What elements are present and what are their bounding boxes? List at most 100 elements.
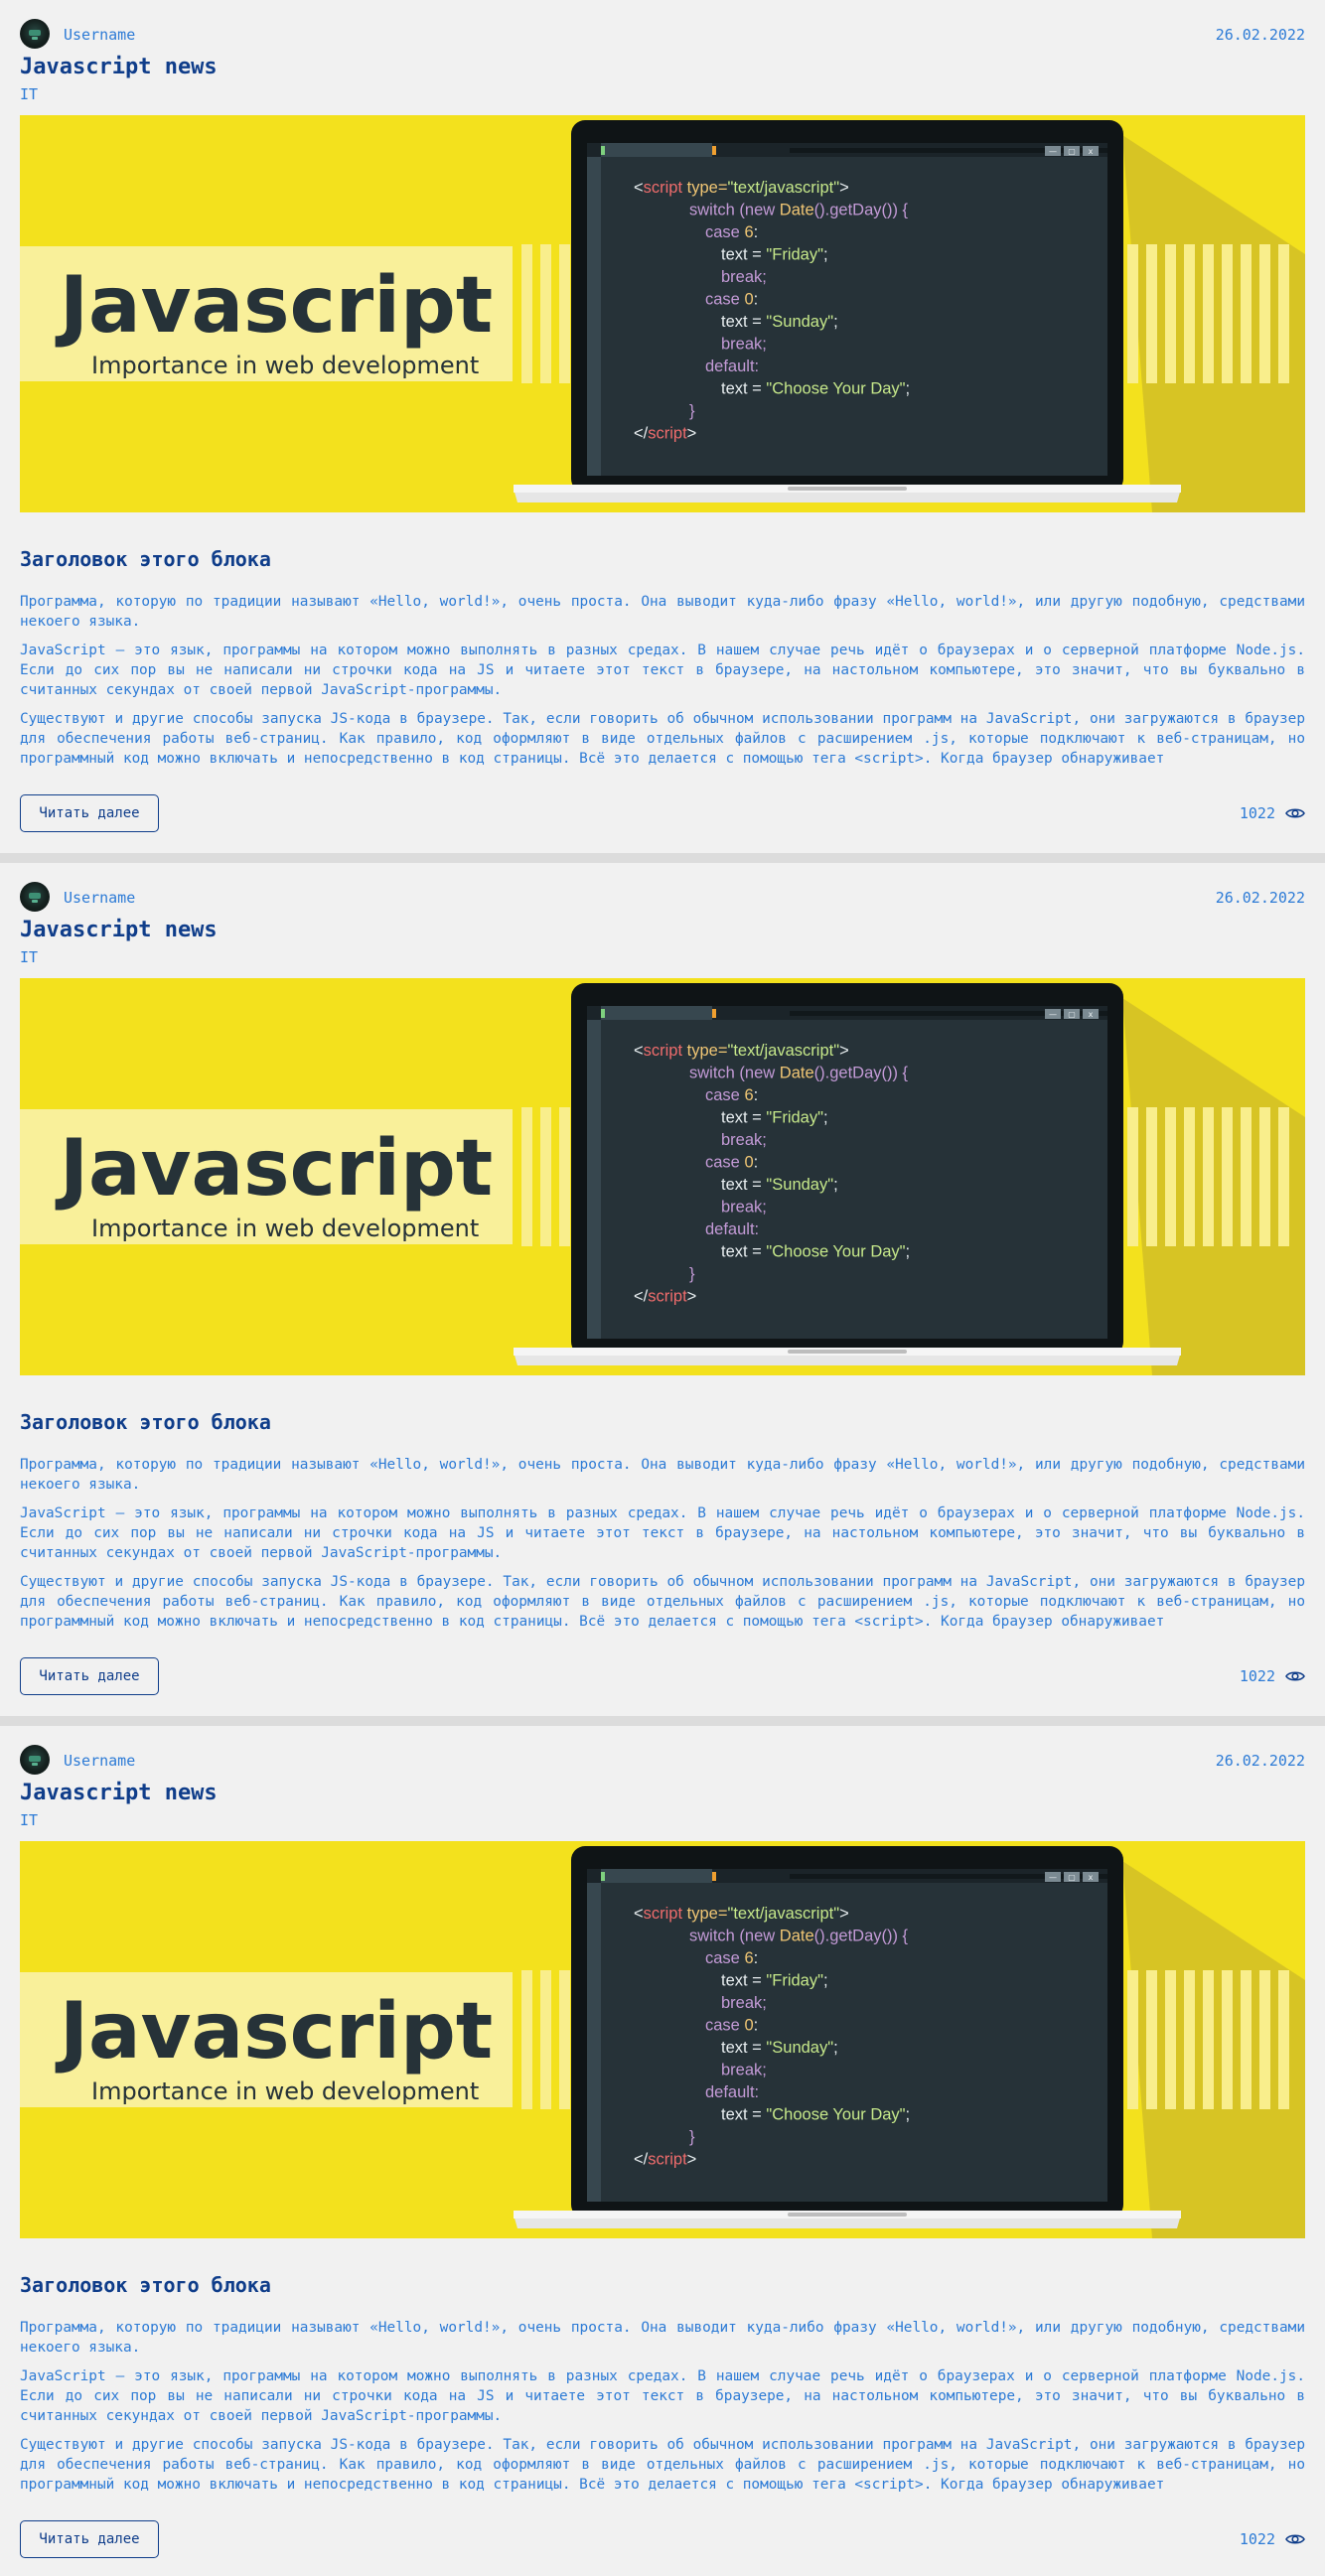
post-paragraph: Программа, которую по традиции называют …	[20, 1457, 1305, 1493]
svg-text:x: x	[1089, 147, 1094, 156]
banner-subline: Importance in web development	[91, 1215, 479, 1242]
block-heading: Заголовок этого блока	[20, 2273, 271, 2297]
code-line: case 0:	[705, 2017, 758, 2035]
avatar[interactable]	[20, 19, 50, 49]
news-card: Username 26.02.2022 Javascript news IT J…	[0, 0, 1325, 853]
code-line: default:	[705, 2083, 759, 2101]
news-feed: Username 26.02.2022 Javascript news IT J…	[0, 0, 1325, 2576]
svg-text:—: —	[1049, 1873, 1057, 1882]
code-line: case 6:	[705, 1086, 758, 1104]
post-title[interactable]: Javascript news	[20, 918, 218, 942]
code-line: </script>	[634, 2151, 696, 2169]
code-line: text = "Friday";	[721, 1972, 828, 1990]
svg-text:—: —	[1049, 147, 1057, 156]
code-line: }	[689, 1265, 695, 1283]
code-line: text = "Choose Your Day";	[721, 2106, 910, 2124]
card-header: Username 26.02.2022	[20, 18, 1305, 50]
views-count: 1022	[1239, 1667, 1275, 1685]
code-line: text = "Sunday";	[721, 313, 838, 331]
post-category[interactable]: IT	[20, 1811, 38, 1829]
code-line: case 6:	[705, 1949, 758, 1967]
post-body: Программа, которую по традиции называют …	[20, 2318, 1305, 2497]
code-line: default:	[705, 358, 759, 375]
views-counter: 1022	[1240, 2528, 1305, 2550]
banner-headline: Javascript	[55, 1124, 493, 1214]
code-line: break;	[721, 336, 767, 354]
code-line: text = "Choose Your Day";	[721, 1243, 910, 1261]
svg-text:—: —	[1049, 1010, 1057, 1019]
post-title[interactable]: Javascript news	[20, 1781, 218, 1805]
code-line: text = "Friday";	[721, 1109, 828, 1127]
views-count: 1022	[1239, 2530, 1275, 2548]
code-line: <script type="text/javascript">	[634, 179, 849, 197]
username-link[interactable]: Username	[64, 26, 135, 44]
views-counter: 1022	[1240, 1665, 1305, 1687]
post-paragraph: Существуют и другие способы запуска JS-к…	[20, 711, 1305, 767]
code-line: break;	[721, 2062, 767, 2079]
post-date: 26.02.2022	[1215, 26, 1305, 44]
post-banner-image: Javascript Importance in web development…	[20, 1841, 1305, 2238]
post-banner-image: Javascript Importance in web development…	[20, 978, 1305, 1375]
code-line: text = "Choose Your Day";	[721, 380, 910, 398]
code-line: </script>	[634, 425, 696, 443]
username-link[interactable]: Username	[64, 889, 135, 907]
code-line: switch (new Date().getDay()) {	[689, 1065, 909, 1082]
eye-icon	[1285, 808, 1305, 818]
svg-text:▢: ▢	[1068, 1873, 1076, 1882]
read-more-button[interactable]: Читать далее	[20, 2520, 159, 2558]
code-line: </script>	[634, 1288, 696, 1306]
username-link[interactable]: Username	[64, 1752, 135, 1770]
code-line: case 0:	[705, 291, 758, 309]
post-paragraph: Существуют и другие способы запуска JS-к…	[20, 1574, 1305, 1630]
banner-subline: Importance in web development	[91, 2077, 479, 2105]
code-line: break;	[721, 1131, 767, 1149]
news-card: Username 26.02.2022 Javascript news IT J…	[0, 1726, 1325, 2576]
post-paragraph: JavaScript — это язык, программы на кото…	[20, 1505, 1305, 1561]
code-line: break;	[721, 1994, 767, 2012]
read-more-button[interactable]: Читать далее	[20, 794, 159, 832]
post-date: 26.02.2022	[1215, 1752, 1305, 1770]
post-banner-image: Javascript Importance in web development…	[20, 115, 1305, 512]
banner-subline: Importance in web development	[91, 352, 479, 379]
news-card: Username 26.02.2022 Javascript news IT J…	[0, 863, 1325, 1716]
code-line: <script type="text/javascript">	[634, 1905, 849, 1923]
avatar[interactable]	[20, 882, 50, 912]
svg-text:x: x	[1089, 1873, 1094, 1882]
views-counter: 1022	[1240, 802, 1305, 824]
code-line: default:	[705, 1220, 759, 1238]
post-paragraph: JavaScript — это язык, программы на кото…	[20, 2368, 1305, 2424]
code-line: text = "Sunday";	[721, 2039, 838, 2057]
eye-icon	[1285, 2534, 1305, 2544]
block-heading: Заголовок этого блока	[20, 1410, 271, 1434]
card-header: Username 26.02.2022	[20, 881, 1305, 913]
post-paragraph: JavaScript — это язык, программы на кото…	[20, 643, 1305, 698]
code-line: break;	[721, 1199, 767, 1216]
eye-icon	[1285, 1671, 1305, 1681]
svg-text:▢: ▢	[1068, 147, 1076, 156]
post-title[interactable]: Javascript news	[20, 55, 218, 79]
card-header: Username 26.02.2022	[20, 1744, 1305, 1776]
views-count: 1022	[1239, 804, 1275, 822]
banner-headline: Javascript	[55, 261, 493, 351]
code-line: switch (new Date().getDay()) {	[689, 1928, 909, 1945]
svg-text:x: x	[1089, 1010, 1094, 1019]
code-line: text = "Sunday";	[721, 1176, 838, 1194]
post-category[interactable]: IT	[20, 85, 38, 103]
post-body: Программа, которую по традиции называют …	[20, 1455, 1305, 1634]
post-paragraph: Существуют и другие способы запуска JS-к…	[20, 2437, 1305, 2493]
post-paragraph: Программа, которую по традиции называют …	[20, 594, 1305, 630]
banner-headline: Javascript	[55, 1987, 493, 2076]
svg-text:▢: ▢	[1068, 1010, 1076, 1019]
read-more-button[interactable]: Читать далее	[20, 1657, 159, 1695]
post-date: 26.02.2022	[1215, 889, 1305, 907]
post-body: Программа, которую по традиции называют …	[20, 592, 1305, 771]
avatar[interactable]	[20, 1745, 50, 1775]
code-line: }	[689, 2128, 695, 2146]
code-line: switch (new Date().getDay()) {	[689, 202, 909, 219]
block-heading: Заголовок этого блока	[20, 547, 271, 571]
code-line: }	[689, 402, 695, 420]
code-line: <script type="text/javascript">	[634, 1042, 849, 1060]
post-category[interactable]: IT	[20, 948, 38, 966]
code-line: text = "Friday";	[721, 246, 828, 264]
code-line: case 6:	[705, 223, 758, 241]
